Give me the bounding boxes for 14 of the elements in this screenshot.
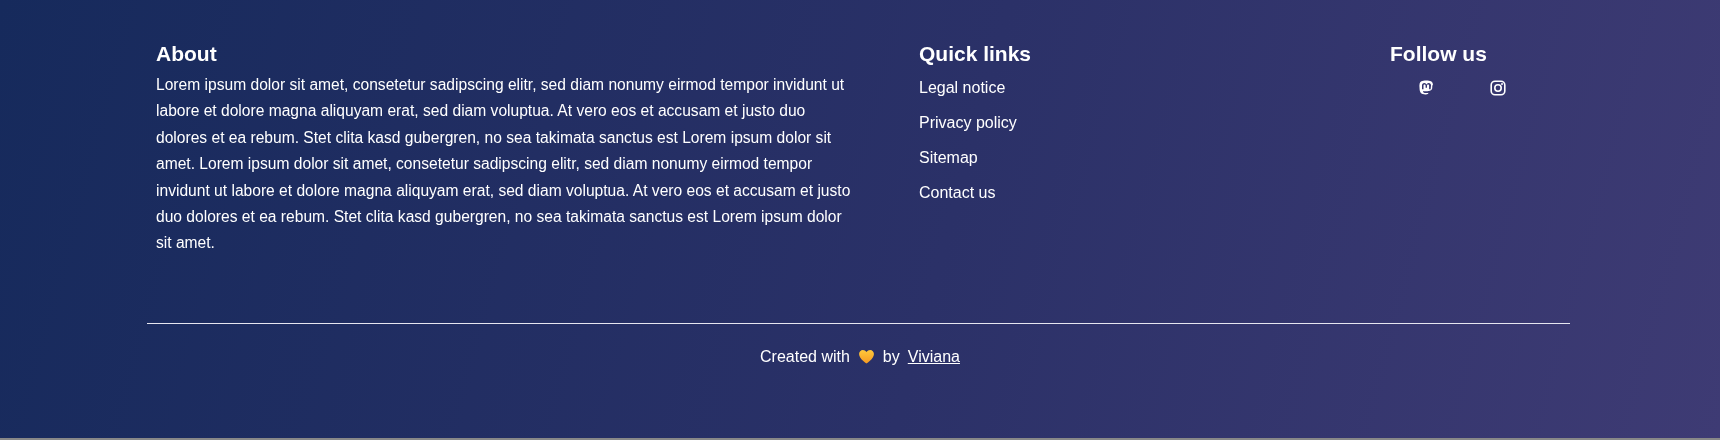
footer-link[interactable]: Contact us bbox=[919, 183, 996, 202]
footer-link[interactable]: Sitemap bbox=[919, 148, 978, 167]
follow-heading: Follow us bbox=[1390, 42, 1488, 66]
about-heading: About bbox=[156, 42, 218, 66]
footer-link[interactable]: Legal notice bbox=[919, 78, 1006, 97]
quick-links-heading: Quick links bbox=[919, 42, 1032, 66]
footer-link[interactable]: Privacy policy bbox=[919, 113, 1017, 132]
mastodon-icon[interactable] bbox=[1418, 80, 1434, 96]
about-paragraph: Lorem ipsum dolor sit amet, consetetur sadipscing elitr, sed diam nonumy eirmod tempor invidunt ut labore et dolore magna aliquyam erat, sed diam voluptua. At vero eos et accusam et justo duo dolores et ea rebum. Stet clita kasd gubergren, no sea takimata sanctus est Lorem ipsum dolor sit amet. Lorem ipsum dolor sit amet, consetetur sadipscing elitr, sed diam nonumy eirmod tempor invidunt ut labore et dolore magna aliquyam erat, sed diam voluptua. At vero eos et accusam et justo duo dolores et ea rebum. Stet clita kasd gubergren, no sea takimata sanctus est Lorem ipsum dolor sit amet. bbox=[156, 75, 852, 254]
instagram-icon[interactable] bbox=[1490, 80, 1506, 96]
credit-text: by bbox=[882, 347, 900, 366]
credit-text: Created with bbox=[760, 347, 850, 366]
author-link[interactable]: Viviana bbox=[907, 347, 960, 366]
heart-icon bbox=[857, 348, 875, 366]
